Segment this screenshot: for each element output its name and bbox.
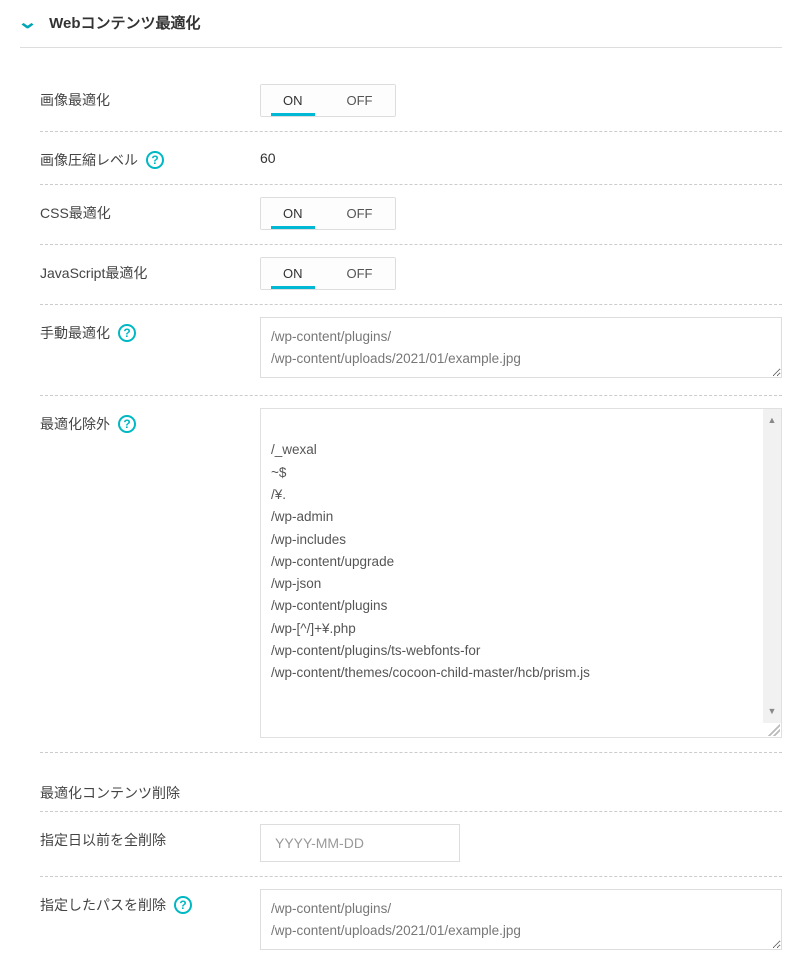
row-manual-optimization: 手動最適化 ? — [40, 305, 782, 396]
row-delete-path: 指定したパスを削除 ? — [40, 877, 782, 967]
toggle-css-opt-on[interactable]: ON — [261, 198, 325, 229]
label-delete-section: 最適化コンテンツ削除 — [40, 753, 782, 811]
row-delete-before-date: 指定日以前を全削除 — [40, 811, 782, 877]
textarea-delete-path[interactable] — [260, 889, 782, 950]
help-icon[interactable]: ? — [118, 324, 136, 342]
section-header: ⌄ Webコンテンツ最適化 — [20, 12, 782, 48]
row-js-optimization: JavaScript最適化 ON OFF — [40, 245, 782, 305]
help-icon[interactable]: ? — [174, 896, 192, 914]
toggle-image-opt-off[interactable]: OFF — [325, 85, 395, 116]
row-css-optimization: CSS最適化 ON OFF — [40, 185, 782, 245]
scrollbar[interactable]: ▲ ▼ — [763, 409, 781, 723]
toggle-css-opt-off[interactable]: OFF — [325, 198, 395, 229]
chevron-down-icon[interactable]: ⌄ — [17, 12, 38, 33]
label-image-optimization: 画像最適化 — [40, 90, 110, 110]
scroll-down-icon[interactable]: ▼ — [768, 704, 777, 719]
row-image-optimization: 画像最適化 ON OFF — [40, 72, 782, 132]
scroll-up-icon[interactable]: ▲ — [768, 413, 777, 428]
textarea-manual-optimization[interactable] — [260, 317, 782, 378]
toggle-js-optimization: ON OFF — [260, 257, 396, 290]
label-image-compression-level: 画像圧縮レベル — [40, 150, 138, 170]
section-title: Webコンテンツ最適化 — [49, 12, 200, 33]
resize-handle-icon[interactable] — [768, 724, 780, 736]
toggle-js-opt-off[interactable]: OFF — [325, 258, 395, 289]
input-delete-before-date[interactable] — [260, 824, 460, 862]
toggle-css-optimization: ON OFF — [260, 197, 396, 230]
label-js-optimization: JavaScript最適化 — [40, 263, 147, 283]
textarea-optimization-exclude[interactable]: /_wexal ~$ /¥. /wp-admin /wp-includes /w… — [260, 408, 782, 738]
label-manual-optimization: 手動最適化 — [40, 323, 110, 343]
row-image-compression-level: 画像圧縮レベル ? 60 — [40, 132, 782, 185]
value-image-compression-level: 60 — [260, 144, 782, 166]
row-optimization-exclude: 最適化除外 ? /_wexal ~$ /¥. /wp-admin /wp-inc… — [40, 396, 782, 753]
toggle-image-opt-on[interactable]: ON — [261, 85, 325, 116]
exclude-value: /_wexal ~$ /¥. /wp-admin /wp-includes /w… — [271, 442, 590, 680]
label-css-optimization: CSS最適化 — [40, 203, 111, 223]
label-delete-path: 指定したパスを削除 — [40, 895, 166, 915]
toggle-js-opt-on[interactable]: ON — [261, 258, 325, 289]
toggle-image-optimization: ON OFF — [260, 84, 396, 117]
help-icon[interactable]: ? — [118, 415, 136, 433]
help-icon[interactable]: ? — [146, 151, 164, 169]
label-delete-before-date: 指定日以前を全削除 — [40, 830, 166, 850]
label-optimization-exclude: 最適化除外 — [40, 414, 110, 434]
